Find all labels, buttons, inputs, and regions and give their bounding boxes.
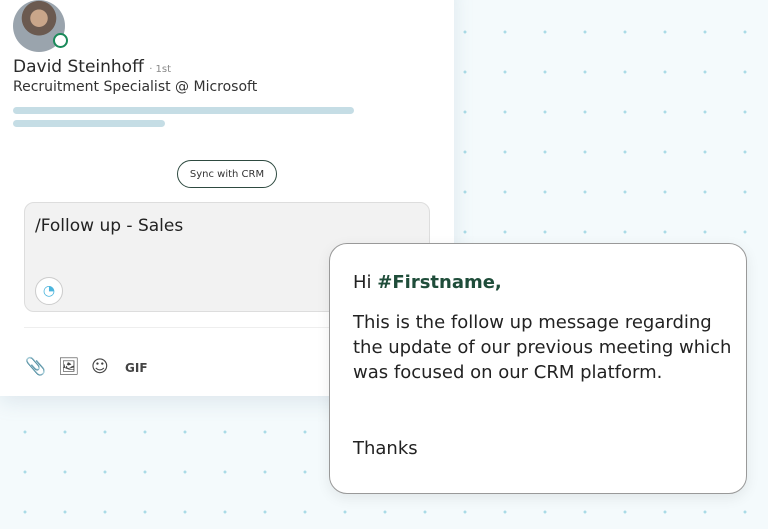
greeting: Hi: [353, 272, 378, 293]
message-closing: Thanks: [353, 438, 418, 459]
image-icon[interactable]: 🖼: [58, 357, 80, 377]
name-text: David Steinhoff: [13, 57, 144, 77]
message-preview: Hi #Firstname, This is the follow up mes…: [329, 243, 747, 494]
placeholder-bar: [13, 107, 354, 114]
paperclip-icon[interactable]: 📎: [25, 357, 46, 377]
message-body: This is the follow up message regarding …: [353, 312, 732, 383]
placeholder-bar: [13, 120, 165, 127]
online-status-icon: [53, 33, 68, 48]
profile-headline: Recruitment Specialist @ Microsoft: [13, 79, 258, 95]
firstname-variable: #Firstname,: [377, 272, 502, 293]
app-logo-icon[interactable]: ◔: [35, 277, 63, 305]
composer-text: /Follow up - Sales: [35, 216, 184, 236]
profile-name[interactable]: David Steinhoff · 1st: [13, 57, 171, 77]
sync-with-crm-button[interactable]: Sync with CRM: [177, 160, 277, 188]
emoji-icon[interactable]: ☺: [91, 357, 109, 377]
connection-degree: · 1st: [149, 64, 172, 75]
gif-button[interactable]: GIF: [125, 361, 148, 375]
